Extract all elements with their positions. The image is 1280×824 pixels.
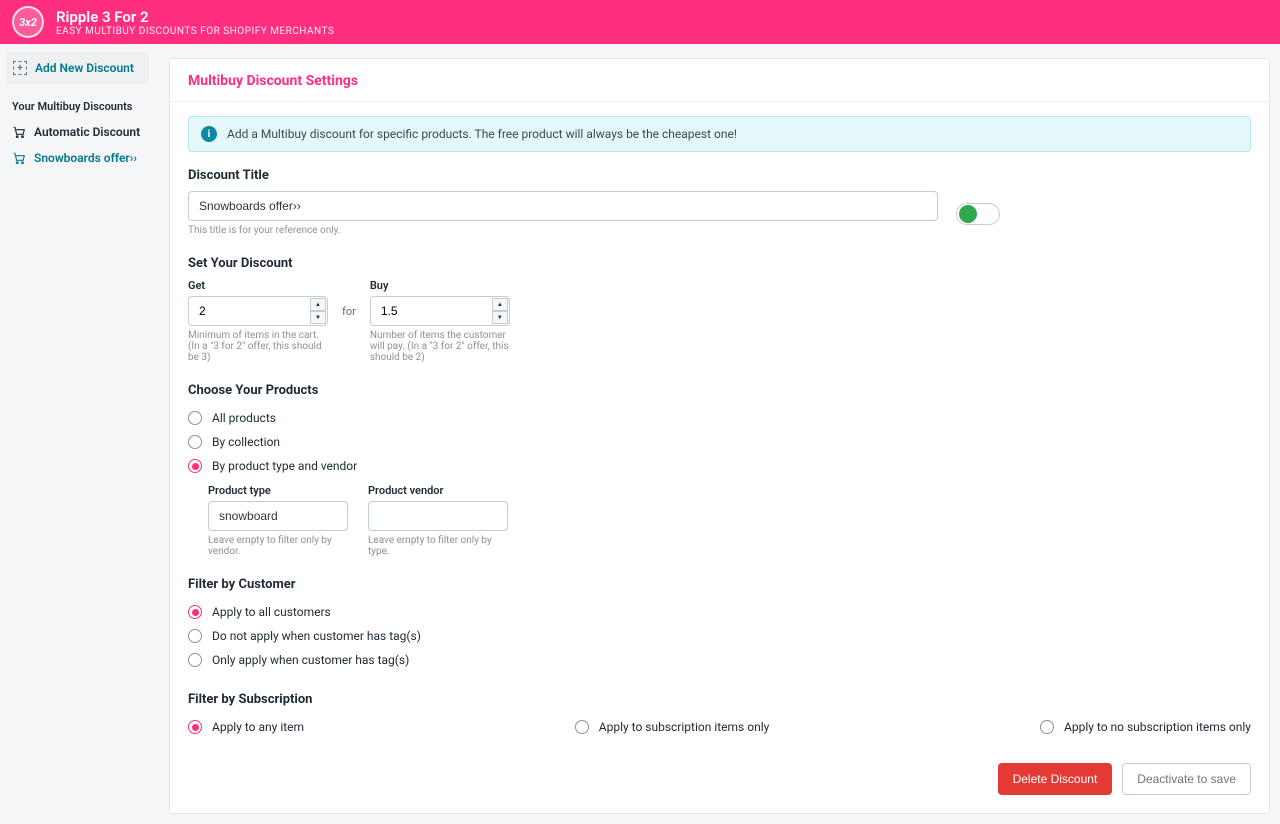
subscription-opt-any[interactable]: Apply to any item <box>188 715 304 739</box>
add-icon: + <box>13 61 27 75</box>
subscription-heading: Filter by Subscription <box>188 692 1251 707</box>
radio-icon <box>575 720 589 734</box>
discount-title-label: Discount Title <box>188 168 1251 183</box>
product-type-label: Product type <box>208 484 348 497</box>
product-vendor-help: Leave empty to filter only by type. <box>368 535 508 557</box>
product-type-help: Leave empty to filter only by vendor. <box>208 535 348 557</box>
sidebar-item-snowboards[interactable]: Snowboards offer›› <box>0 145 155 171</box>
sidebar-item-label: Automatic Discount <box>34 125 140 139</box>
sidebar-item-automatic[interactable]: Automatic Discount <box>0 119 155 145</box>
sidebar-section-title: Your Multibuy Discounts <box>0 96 155 119</box>
buy-input[interactable] <box>370 296 510 326</box>
product-vendor-label: Product vendor <box>368 484 508 497</box>
sidebar-item-label: Snowboards offer›› <box>34 151 137 165</box>
settings-card: Multibuy Discount Settings i Add a Multi… <box>169 58 1270 814</box>
radio-label: By product type and vendor <box>212 459 357 473</box>
product-vendor-input[interactable] <box>368 501 508 531</box>
app-title: Ripple 3 For 2 <box>56 8 334 26</box>
radio-label: Only apply when customer has tag(s) <box>212 653 409 667</box>
products-opt-type-vendor[interactable]: By product type and vendor <box>188 454 1251 478</box>
get-help: Minimum of items in the cart. (In a "3 f… <box>188 330 328 363</box>
for-label: for <box>342 279 356 318</box>
active-toggle[interactable] <box>956 203 1000 225</box>
radio-label: Apply to any item <box>212 720 304 734</box>
buy-label: Buy <box>370 279 510 292</box>
info-banner: i Add a Multibuy discount for specific p… <box>188 116 1251 152</box>
product-type-input[interactable] <box>208 501 348 531</box>
customer-opt-exclude-tag[interactable]: Do not apply when customer has tag(s) <box>188 624 1251 648</box>
radio-icon <box>188 411 202 425</box>
get-label: Get <box>188 279 328 292</box>
radio-label: Apply to all customers <box>212 605 331 619</box>
app-header: 3x2 Ripple 3 For 2 EASY MULTIBUY DISCOUN… <box>0 0 1280 44</box>
products-opt-all[interactable]: All products <box>188 406 1251 430</box>
radio-label: Apply to subscription items only <box>599 720 770 734</box>
radio-label: All products <box>212 411 276 425</box>
info-icon: i <box>201 126 217 142</box>
app-logo: 3x2 <box>12 6 44 38</box>
get-step-down[interactable]: ▼ <box>310 311 326 324</box>
radio-label: Apply to no subscription items only <box>1064 720 1251 734</box>
buy-help: Number of items the customer will pay. (… <box>370 330 510 363</box>
get-step-up[interactable]: ▲ <box>310 298 326 311</box>
get-input[interactable] <box>188 296 328 326</box>
sidebar: + Add New Discount Your Multibuy Discoun… <box>0 44 155 824</box>
radio-icon <box>188 605 202 619</box>
radio-icon <box>188 653 202 667</box>
radio-icon <box>188 435 202 449</box>
products-heading: Choose Your Products <box>188 383 1251 398</box>
add-new-discount-label: Add New Discount <box>35 61 134 75</box>
cart-icon <box>12 151 26 165</box>
products-opt-collection[interactable]: By collection <box>188 430 1251 454</box>
discount-title-help: This title is for your reference only. <box>188 225 938 236</box>
radio-icon <box>1040 720 1054 734</box>
page-title: Multibuy Discount Settings <box>170 59 1269 102</box>
radio-label: By collection <box>212 435 280 449</box>
app-subtitle: EASY MULTIBUY DISCOUNTS FOR SHOPIFY MERC… <box>56 26 334 37</box>
subscription-opt-sub-only[interactable]: Apply to subscription items only <box>575 715 770 739</box>
radio-icon <box>188 720 202 734</box>
radio-icon <box>188 459 202 473</box>
set-discount-heading: Set Your Discount <box>188 256 1251 271</box>
radio-icon <box>188 629 202 643</box>
cart-icon <box>12 125 26 139</box>
discount-title-input[interactable] <box>188 191 938 221</box>
buy-step-down[interactable]: ▼ <box>492 311 508 324</box>
customer-opt-all[interactable]: Apply to all customers <box>188 600 1251 624</box>
add-new-discount-button[interactable]: + Add New Discount <box>6 52 149 84</box>
deactivate-button[interactable]: Deactivate to save <box>1122 763 1251 795</box>
toggle-knob <box>959 205 977 223</box>
buy-step-up[interactable]: ▲ <box>492 298 508 311</box>
customer-heading: Filter by Customer <box>188 577 1251 592</box>
delete-discount-button[interactable]: Delete Discount <box>998 763 1113 795</box>
customer-opt-only-tag[interactable]: Only apply when customer has tag(s) <box>188 648 1251 672</box>
banner-text: Add a Multibuy discount for specific pro… <box>227 127 737 141</box>
subscription-opt-no-sub[interactable]: Apply to no subscription items only <box>1040 715 1251 739</box>
radio-label: Do not apply when customer has tag(s) <box>212 629 421 643</box>
